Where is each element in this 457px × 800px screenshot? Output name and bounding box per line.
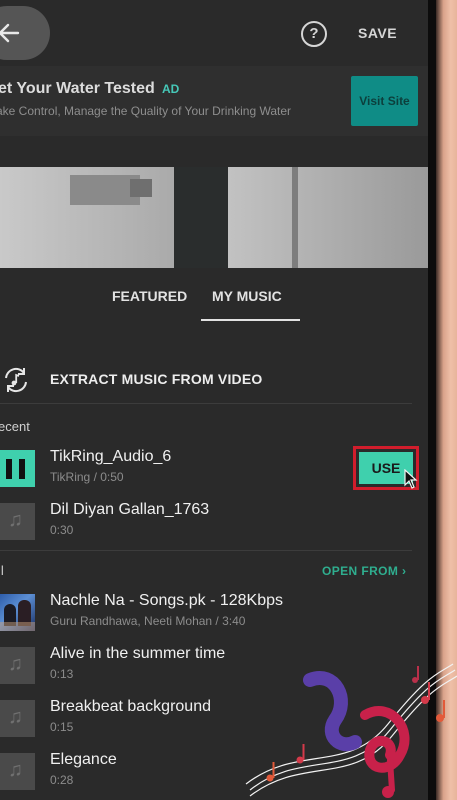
- track-title: Dil Diyan Gallan_1763: [50, 501, 210, 518]
- back-button[interactable]: [0, 6, 50, 60]
- track-subtitle: 0:30: [50, 523, 74, 537]
- preview-rail: [292, 167, 298, 268]
- ad-banner[interactable]: et Your Water Tested AD ake Control, Man…: [0, 66, 428, 136]
- track-title: Nachle Na - Songs.pk - 128Kbps: [50, 592, 284, 609]
- music-note-icon: ♫: [8, 759, 23, 781]
- track-title: TikRing_Audio_6: [50, 448, 172, 465]
- music-note-icon: ♫: [8, 706, 23, 728]
- track-thumbnail: ♫: [0, 753, 35, 790]
- music-notes-decoration-icon: [245, 663, 457, 798]
- arrow-left-icon: [0, 23, 20, 43]
- pause-button[interactable]: [0, 450, 35, 487]
- track-title: Breakbeat background: [50, 698, 211, 715]
- album-art-thumbnail: [0, 594, 35, 631]
- open-from-link[interactable]: OPEN FROM ›: [322, 564, 406, 578]
- tab-my-music[interactable]: MY MUSIC: [212, 288, 282, 304]
- list-item[interactable]: ♫ Dil Diyan Gallan_1763 0:30: [0, 495, 412, 547]
- ad-title: et Your Water Tested: [0, 80, 155, 97]
- track-subtitle: 0:15: [50, 720, 74, 734]
- tab-featured[interactable]: FEATURED: [112, 288, 187, 304]
- music-note-icon: ♫: [8, 653, 23, 675]
- music-note-icon: ♫: [8, 509, 23, 531]
- video-preview: [0, 167, 428, 268]
- list-item[interactable]: TikRing_Audio_6 TikRing / 0:50: [0, 442, 412, 494]
- track-thumbnail: ♫: [0, 700, 35, 737]
- track-subtitle: Guru Randhawa, Neeti Mohan / 3:40: [50, 614, 246, 628]
- tab-active-indicator: [201, 319, 300, 321]
- section-heading-all: ll: [0, 563, 4, 578]
- ad-badge: AD: [162, 82, 180, 96]
- save-button[interactable]: SAVE: [358, 25, 397, 41]
- visit-site-button[interactable]: Visit Site: [351, 76, 418, 126]
- sync-music-icon: [5, 367, 27, 393]
- track-subtitle: 0:28: [50, 773, 74, 787]
- mouse-cursor-icon: [404, 469, 418, 489]
- section-heading-recent: ecent: [0, 419, 30, 434]
- track-subtitle: 0:13: [50, 667, 74, 681]
- track-thumbnail: ♫: [0, 647, 35, 684]
- pause-icon: [6, 459, 28, 479]
- divider: [0, 550, 412, 551]
- extract-music-label: EXTRACT MUSIC FROM VIDEO: [50, 371, 263, 387]
- preview-wall-right: [228, 167, 428, 268]
- help-icon[interactable]: ?: [301, 21, 327, 47]
- preview-fixture-small: [130, 179, 152, 197]
- divider: [0, 403, 412, 404]
- track-title: Elegance: [50, 751, 117, 768]
- top-bar: ? SAVE: [0, 0, 428, 66]
- track-thumbnail: ♫: [0, 503, 35, 540]
- preview-doorway: [174, 167, 228, 268]
- ad-subtitle: ake Control, Manage the Quality of Your …: [0, 104, 292, 118]
- track-subtitle: TikRing / 0:50: [50, 470, 124, 484]
- list-item[interactable]: Nachle Na - Songs.pk - 128Kbps Guru Rand…: [0, 586, 412, 638]
- track-title: Alive in the summer time: [50, 645, 226, 662]
